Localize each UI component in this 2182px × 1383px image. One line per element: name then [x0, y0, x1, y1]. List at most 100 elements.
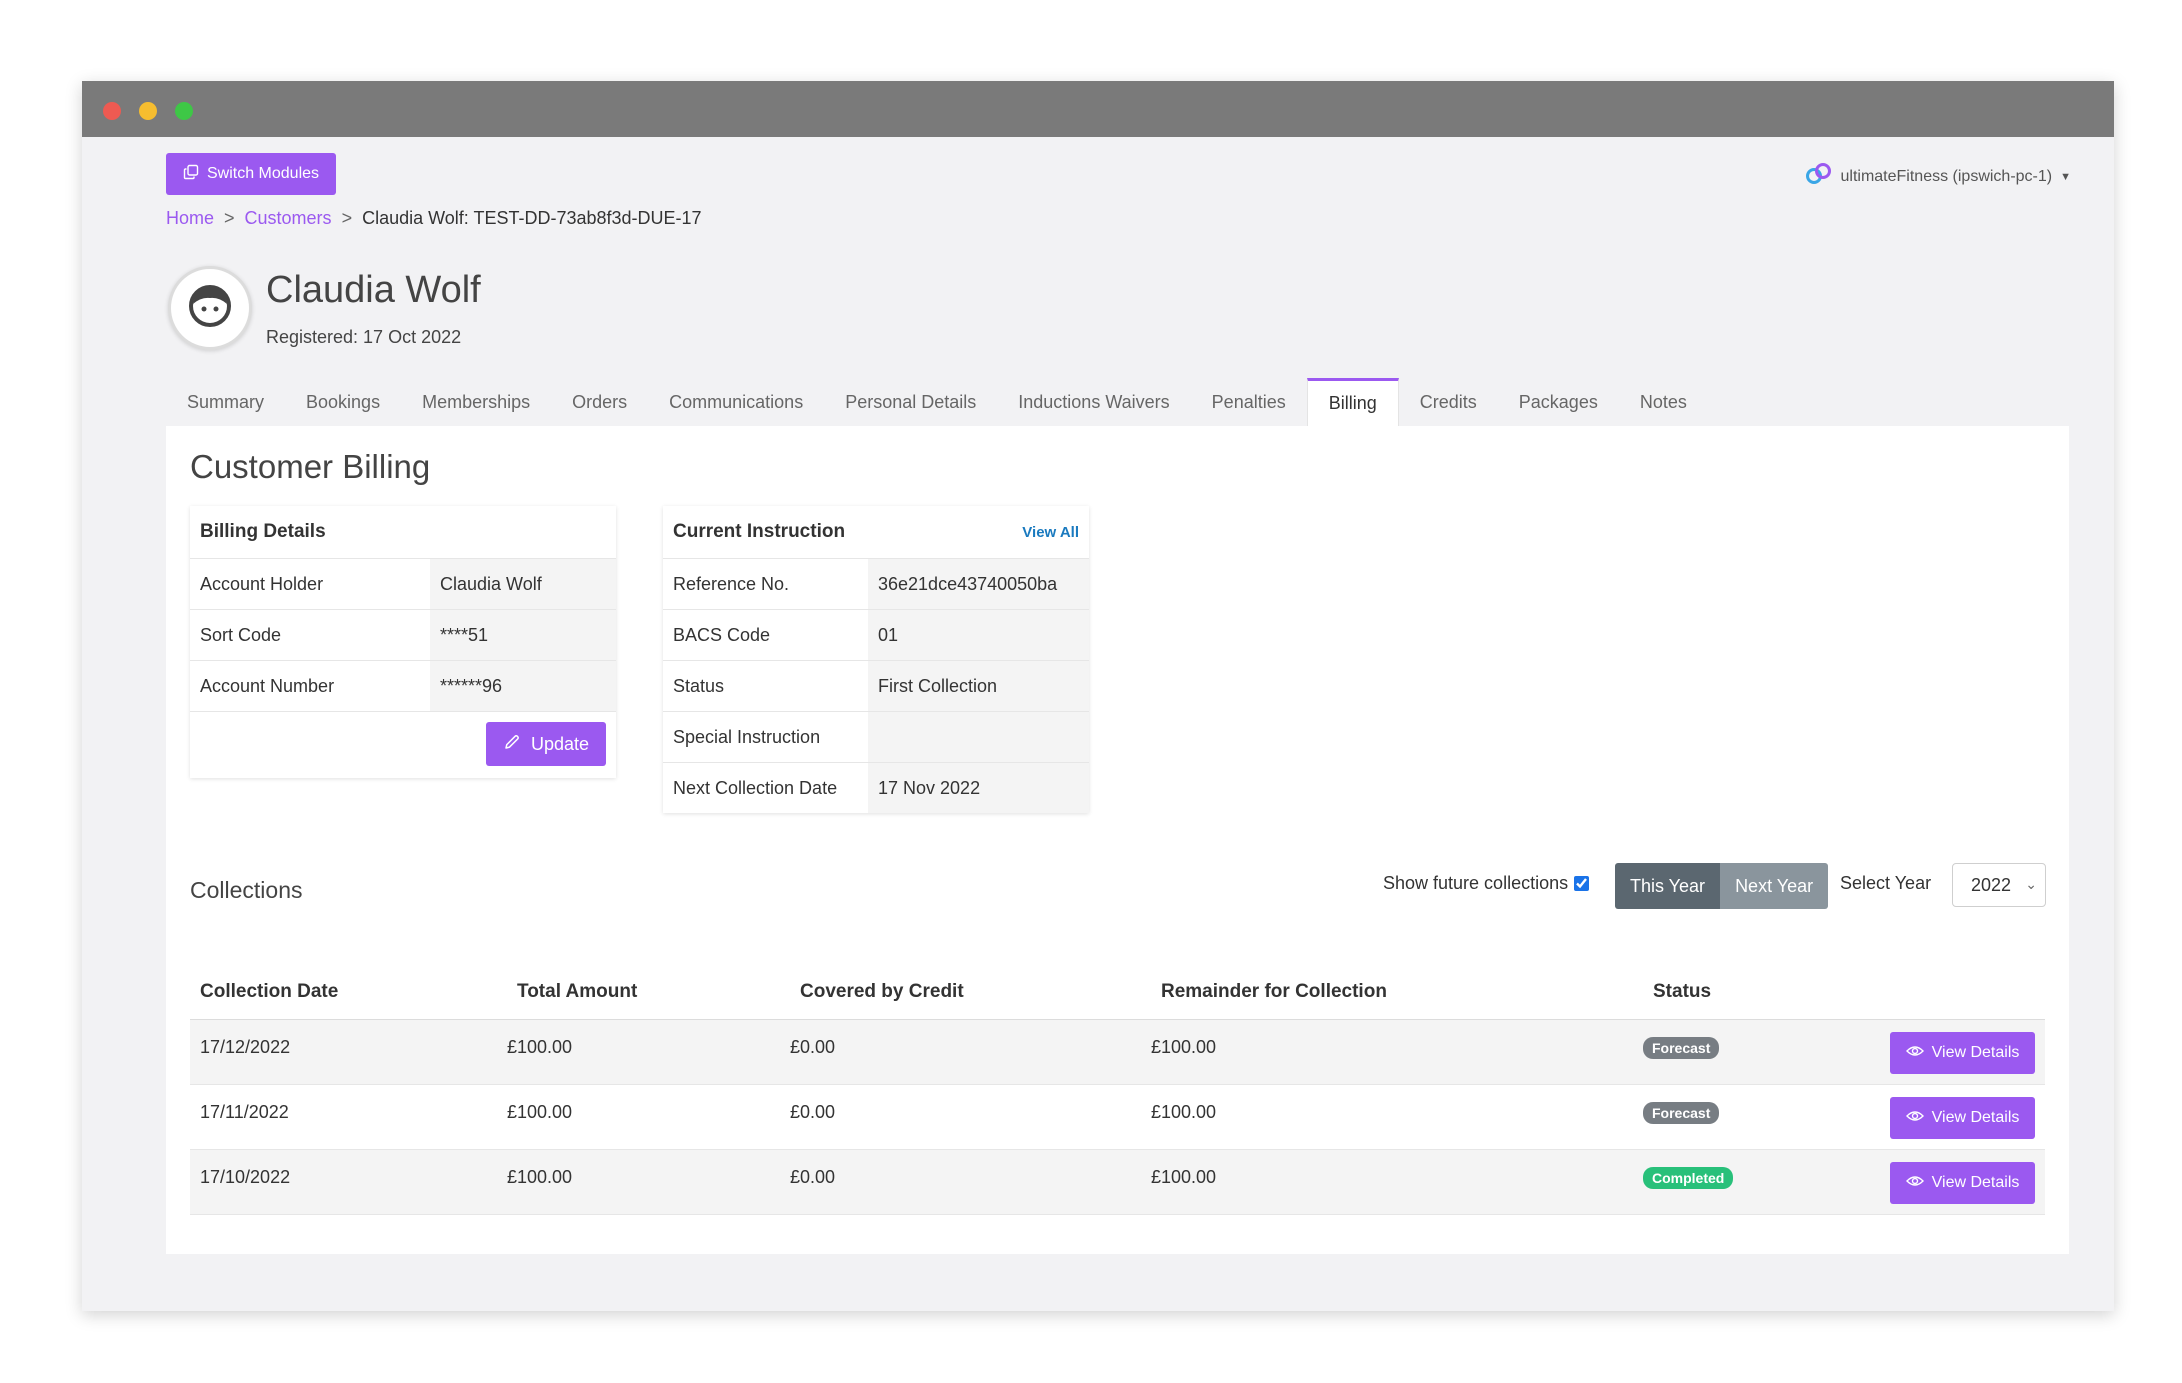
current-instruction-card: Current Instruction View All Reference N…: [663, 506, 1089, 813]
covered-by-credit: £0.00: [790, 1037, 836, 1057]
status-cell: Completed: [1643, 1150, 1883, 1214]
view-all-link[interactable]: View All: [1022, 524, 1079, 541]
instruction-row-value: 01: [868, 610, 1089, 660]
instruction-row-value: 17 Nov 2022: [868, 763, 1089, 813]
covered-by-credit: £0.00: [790, 1102, 836, 1122]
collection-date: 17/10/2022: [200, 1167, 291, 1187]
eye-icon: [1905, 1174, 1924, 1193]
tab-notes[interactable]: Notes: [1619, 378, 1708, 428]
billing-details-title: Billing Details: [200, 521, 326, 542]
status-badge: Completed: [1643, 1167, 1734, 1189]
breadcrumb-current: Claudia Wolf: TEST-DD-73ab8f3d-DUE-17: [362, 208, 702, 228]
remainder-for-collection: £100.00: [1151, 1102, 1217, 1122]
tab-personal-details[interactable]: Personal Details: [824, 378, 997, 428]
instruction-row-value: 36e21dce43740050ba: [868, 559, 1089, 609]
year-select[interactable]: 2022 ⌄: [1952, 863, 2046, 907]
breadcrumb-separator: >: [224, 208, 235, 228]
billing-row-label: Sort Code: [200, 624, 282, 645]
breadcrumb: Home > Customers > Claudia Wolf: TEST-DD…: [166, 208, 702, 229]
instruction-row-label: Reference No.: [673, 573, 790, 594]
avatar: [168, 266, 252, 350]
window-titlebar: [82, 81, 2114, 137]
total-amount: £100.00: [507, 1167, 573, 1187]
tab-summary[interactable]: Summary: [166, 378, 285, 428]
page-title: Customer Billing: [190, 448, 431, 485]
table-row: 17/11/2022 £100.00 £0.00 £100.00 Forecas…: [190, 1085, 2045, 1150]
tab-orders[interactable]: Orders: [551, 378, 648, 428]
remainder-for-collection: £100.00: [1151, 1037, 1217, 1057]
customer-tabs: Summary Bookings Memberships Orders Comm…: [166, 378, 1708, 428]
table-row: 17/12/2022 £100.00 £0.00 £100.00 Forecas…: [190, 1020, 2045, 1085]
billing-details-header: Billing Details: [190, 506, 616, 558]
collection-date: 17/11/2022: [200, 1102, 289, 1122]
update-button[interactable]: Update: [486, 722, 606, 766]
tab-inductions-waivers[interactable]: Inductions Waivers: [997, 378, 1190, 428]
brand-logo-icon: [1805, 162, 1833, 191]
breadcrumb-home-link[interactable]: Home: [166, 208, 214, 229]
select-year-label: Select Year: [1840, 873, 1932, 893]
instruction-row: Reference No. 36e21dce43740050ba: [663, 558, 1089, 609]
view-details-button[interactable]: View Details: [1890, 1097, 2035, 1139]
breadcrumb-separator: >: [341, 208, 353, 228]
current-instruction-title: Current Instruction: [673, 521, 846, 542]
tab-bookings[interactable]: Bookings: [285, 378, 401, 428]
billing-row: Sort Code ****51: [190, 609, 616, 660]
tab-penalties[interactable]: Penalties: [1191, 378, 1307, 428]
view-details-label: View Details: [1931, 1044, 2020, 1061]
table-row: 17/10/2022 £100.00 £0.00 £100.00 Complet…: [190, 1150, 2045, 1215]
tab-packages[interactable]: Packages: [1498, 378, 1619, 428]
tab-credits[interactable]: Credits: [1399, 378, 1498, 428]
maximize-window-button[interactable]: [175, 102, 193, 120]
close-window-button[interactable]: [103, 102, 121, 120]
billing-row: Account Number ******96: [190, 660, 616, 711]
billing-details-card: Billing Details Account Holder Claudia W…: [190, 506, 616, 778]
instruction-row-value: [868, 712, 1089, 762]
total-amount: £100.00: [507, 1102, 573, 1122]
view-details-button[interactable]: View Details: [1890, 1032, 2035, 1074]
registered-date: Registered: 17 Oct 2022: [266, 327, 462, 347]
instruction-row-label: Next Collection Date: [673, 777, 838, 798]
billing-row-label: Account Number: [200, 675, 335, 696]
show-future-checkbox[interactable]: [1574, 876, 1590, 891]
tab-communications[interactable]: Communications: [648, 378, 824, 428]
copy-icon: [183, 164, 199, 185]
current-instruction-header: Current Instruction View All: [663, 506, 1089, 558]
switch-modules-button[interactable]: Switch Modules: [166, 153, 336, 195]
update-label: Update: [530, 733, 590, 754]
view-details-label: View Details: [1931, 1174, 2020, 1191]
tab-billing[interactable]: Billing: [1306, 378, 1399, 428]
next-year-button[interactable]: Next Year: [1720, 863, 1829, 909]
minimize-window-button[interactable]: [139, 102, 157, 120]
show-future-label: Show future collections: [1383, 873, 1569, 893]
collections-table: Collection Date Total Amount Covered by …: [190, 964, 2045, 1215]
column-header: Collection Date: [200, 980, 339, 1002]
instruction-row-label: Status: [673, 675, 725, 696]
view-details-label: View Details: [1931, 1109, 2020, 1126]
column-header: Covered by Credit: [800, 980, 964, 1002]
account-name: ultimateFitness (ipswich-pc-1): [1840, 167, 2053, 185]
billing-row-value: Claudia Wolf: [430, 559, 616, 609]
column-header: Remainder for Collection: [1161, 980, 1387, 1002]
status-badge: Forecast: [1643, 1102, 1720, 1124]
covered-by-credit: £0.00: [790, 1167, 836, 1187]
breadcrumb-customers-link[interactable]: Customers: [245, 208, 332, 229]
collection-date: 17/12/2022: [200, 1037, 291, 1057]
year-toggle: This Year Next Year: [1615, 863, 1829, 909]
status-cell: Forecast: [1643, 1020, 1883, 1084]
this-year-button[interactable]: This Year: [1615, 863, 1721, 909]
show-future-collections[interactable]: Show future collections: [1383, 873, 1590, 894]
instruction-row-value: First Collection: [868, 661, 1089, 711]
collections-title: Collections: [190, 877, 303, 903]
instruction-row: Status First Collection: [663, 660, 1089, 711]
instruction-row: BACS Code 01: [663, 609, 1089, 660]
billing-row-label: Account Holder: [200, 573, 324, 594]
status-cell: Forecast: [1643, 1085, 1883, 1149]
table-header: Collection Date Total Amount Covered by …: [190, 964, 2045, 1020]
eye-icon: [1905, 1044, 1924, 1063]
view-details-button[interactable]: View Details: [1890, 1162, 2035, 1204]
billing-row-value: ****51: [430, 610, 616, 660]
tab-memberships[interactable]: Memberships: [401, 378, 551, 428]
remainder-for-collection: £100.00: [1151, 1167, 1217, 1187]
instruction-row: Special Instruction: [663, 711, 1089, 762]
account-selector[interactable]: ultimateFitness (ipswich-pc-1) ▼: [1805, 162, 2071, 191]
